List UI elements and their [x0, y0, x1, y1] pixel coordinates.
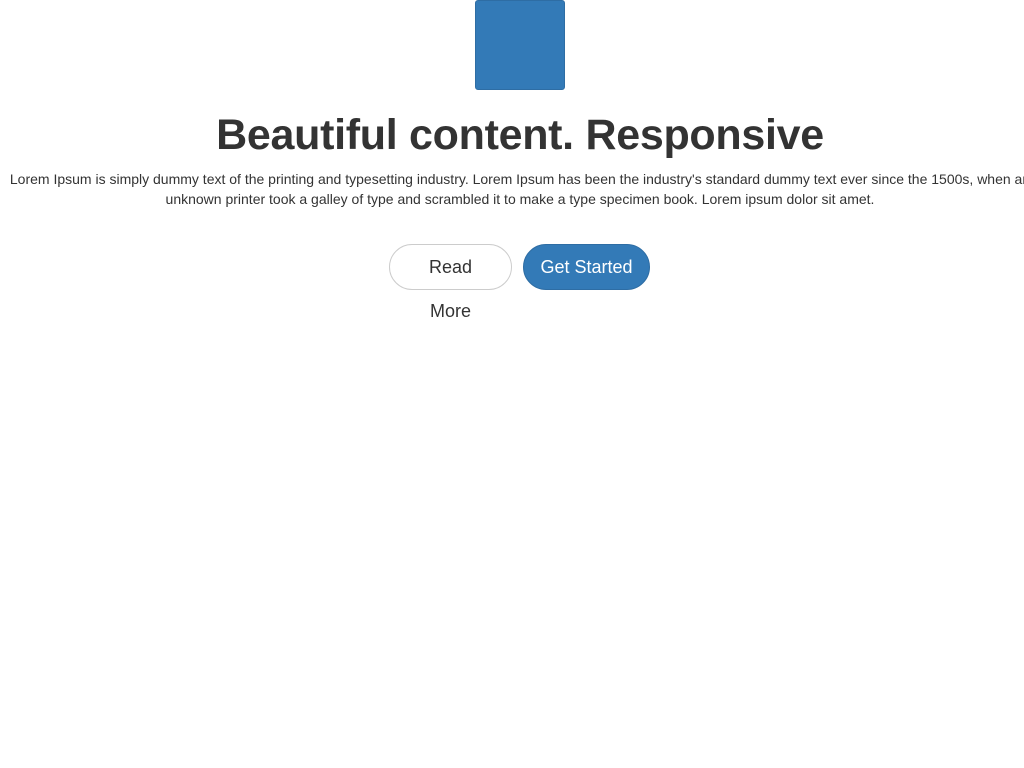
read-more-button[interactable]: Read More	[389, 244, 512, 321]
hero-description: Lorem Ipsum is simply dummy text of the …	[9, 171, 1024, 207]
get-started-button[interactable]: Get Started	[523, 244, 650, 290]
hero-title: Beautiful content. Responsive	[216, 111, 824, 159]
hero-actions: Read More Get Started	[0, 244, 1024, 321]
hero-section: Beautiful content. Responsive Lorem Ipsu…	[0, 0, 1024, 209]
hero-image-placeholder	[475, 0, 565, 90]
